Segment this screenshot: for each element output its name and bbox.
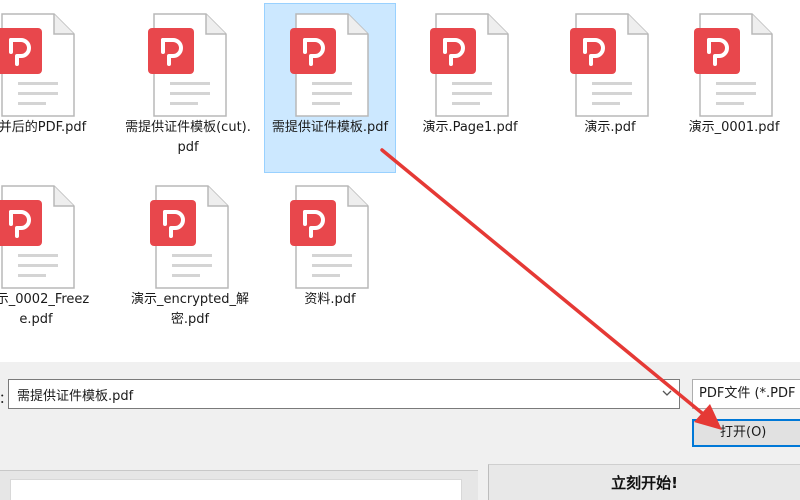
file-item[interactable]: 演示_0001.pdf [668, 4, 800, 160]
pdf-file-icon [430, 12, 510, 118]
file-item[interactable]: 演示.pdf [544, 4, 676, 160]
file-item[interactable]: 需提供证件模板(cut).pdf [122, 4, 254, 180]
file-item[interactable]: 资料.pdf [264, 176, 396, 332]
file-name: 资料.pdf [304, 292, 356, 307]
file-item-selected[interactable]: 需提供证件模板.pdf [264, 3, 396, 173]
pdf-file-icon [148, 12, 228, 118]
file-name: 演示_encrypted_解密.pdf [130, 292, 250, 327]
file-type-select[interactable]: PDF文件 (*.PDF [692, 379, 800, 409]
file-item[interactable]: 演示.Page1.pdf [404, 4, 536, 160]
pdf-file-icon [290, 12, 370, 118]
file-list-view: 合并后的PDF.pdf 需提供证件模板(cut).pdf 需提供证件模板.pdf… [0, 0, 800, 362]
open-button[interactable]: 打开(O) [692, 419, 800, 447]
pdf-file-icon [150, 184, 230, 290]
file-name: 演示_0001.pdf [688, 120, 780, 135]
pdf-file-icon [0, 184, 76, 290]
pdf-file-icon [694, 12, 774, 118]
file-name: 需提供证件模板(cut).pdf [125, 120, 251, 155]
start-now-button[interactable]: 立刻开始! [488, 464, 800, 500]
filename-input[interactable] [8, 379, 680, 409]
file-item[interactable]: 合并后的PDF.pdf [0, 4, 102, 160]
file-name: 演示.Page1.pdf [422, 120, 518, 135]
file-name: 合并后的PDF.pdf [0, 120, 87, 135]
dialog-footer: 名： PDF文件 (*.PDF 打开(O) 立刻开始! [0, 362, 800, 500]
pdf-file-icon [0, 12, 76, 118]
file-name: 演示_0002_Freeze.pdf [0, 292, 90, 327]
file-name: 需提供证件模板.pdf [271, 120, 389, 135]
file-name: 演示.pdf [584, 120, 636, 135]
bottom-left-panel [0, 470, 478, 500]
file-item[interactable]: 演示_0002_Freeze.pdf [0, 176, 92, 362]
pdf-file-icon [290, 184, 370, 290]
chevron-down-icon[interactable] [660, 386, 674, 400]
pdf-file-icon [570, 12, 650, 118]
file-item[interactable]: 演示_encrypted_解密.pdf [124, 176, 256, 352]
bottom-left-field [10, 479, 462, 500]
